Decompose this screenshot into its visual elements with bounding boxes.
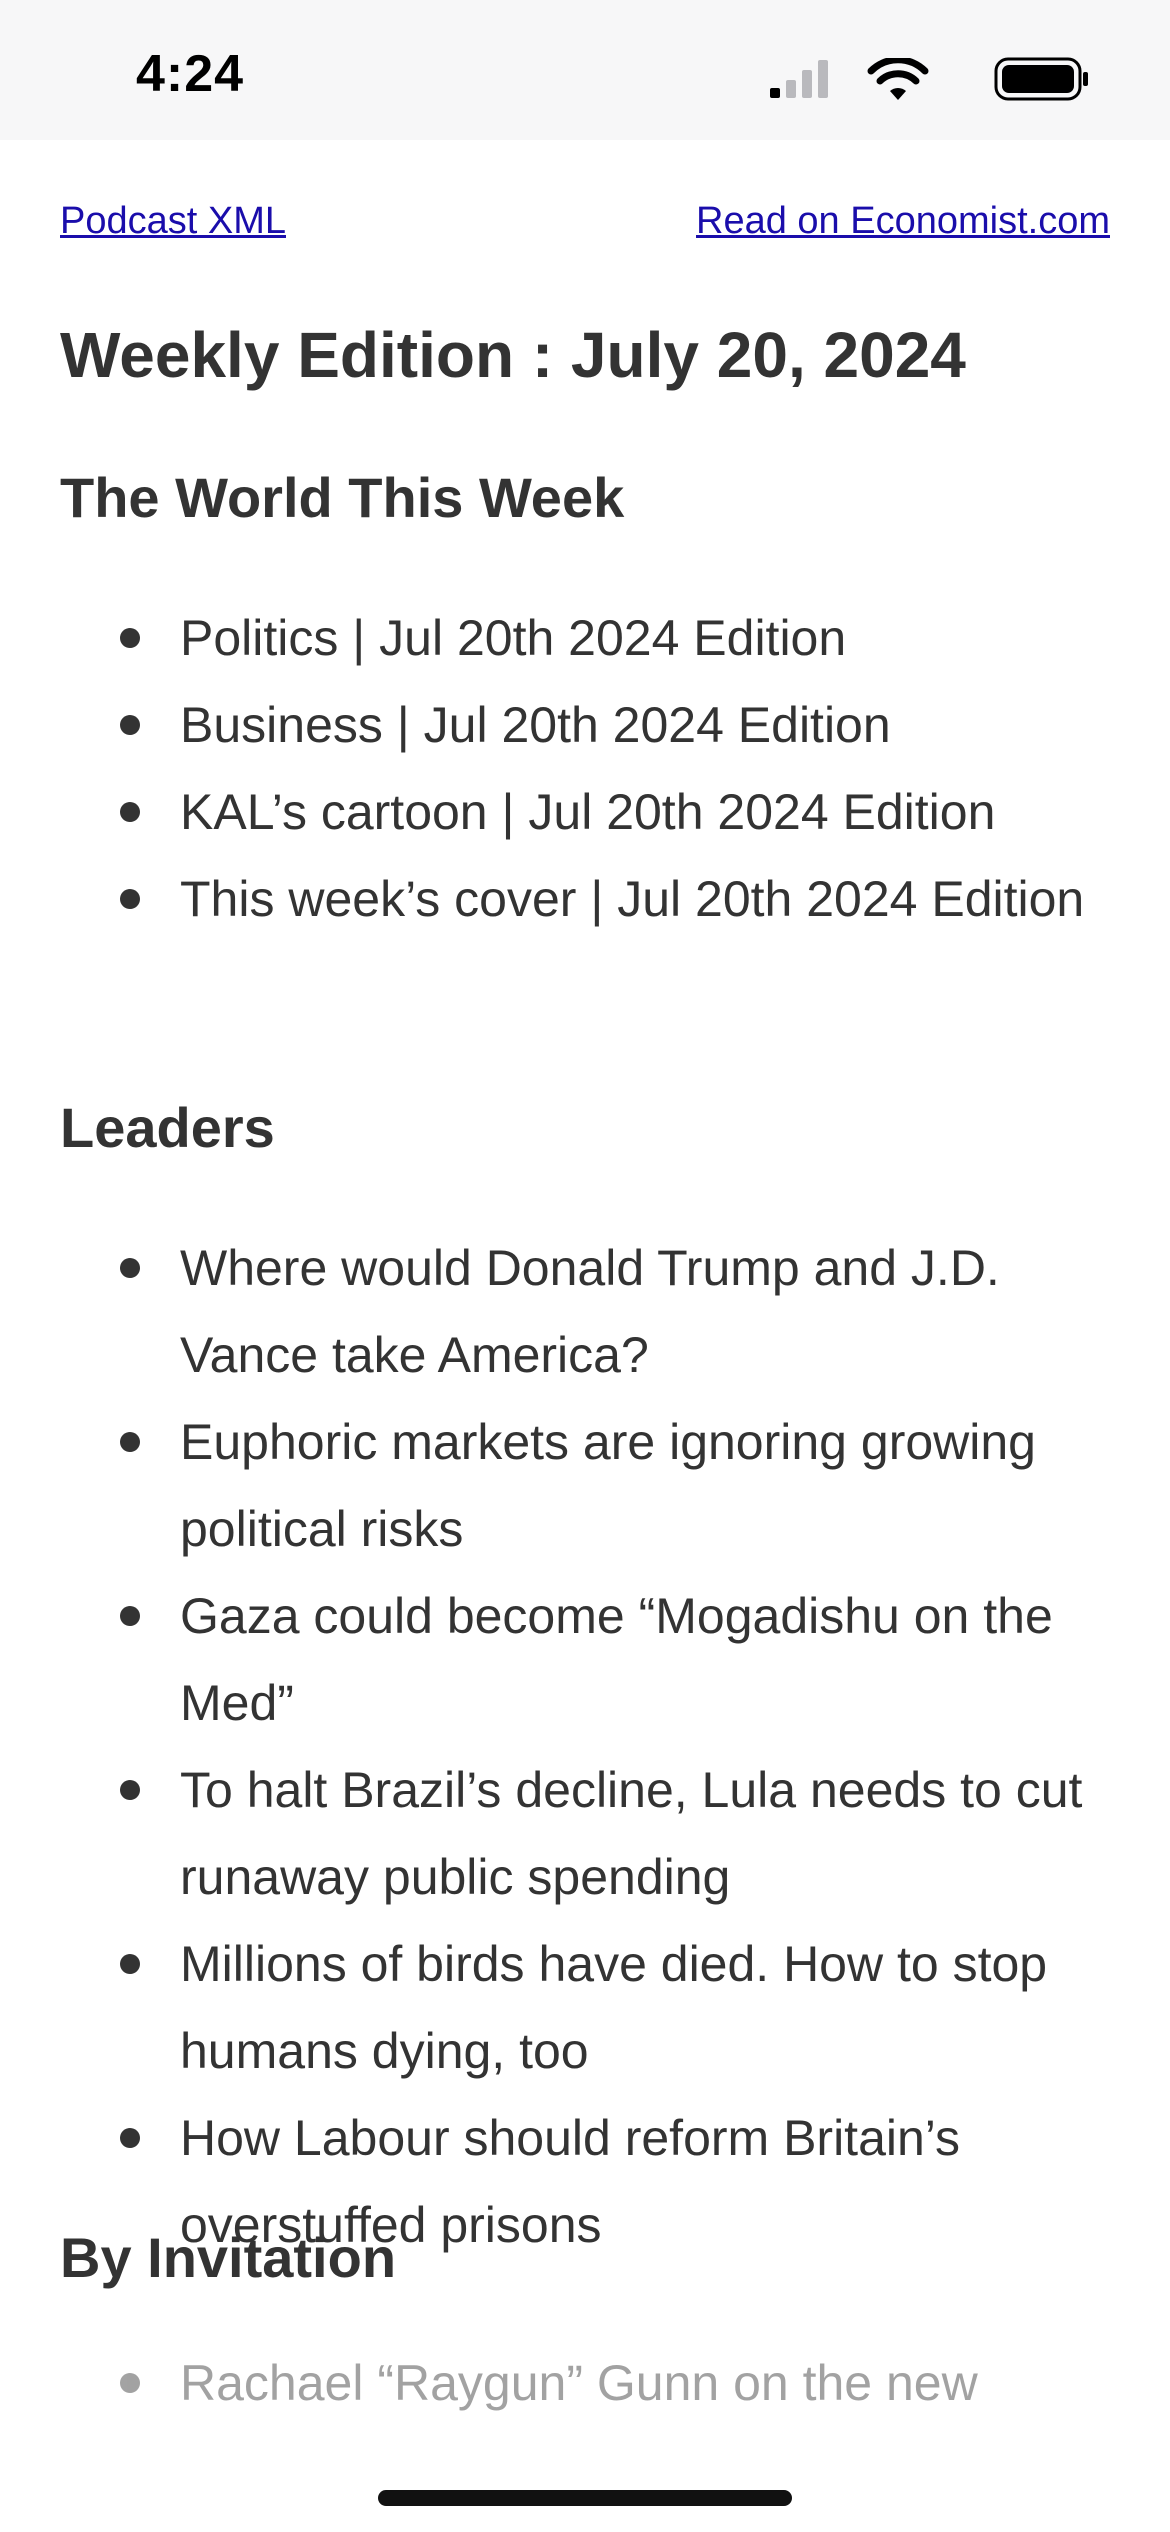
bullet <box>120 889 140 909</box>
list-item-label: Millions of birds have died. How to stop… <box>180 1936 1048 2079</box>
list-item[interactable]: This week’s cover | Jul 20th 2024 Editio… <box>0 856 1170 943</box>
list-item[interactable]: Rachael “Raygun” Gunn on the new <box>0 2340 1170 2427</box>
list-item-label: Euphoric markets are ignoring growing po… <box>180 1414 1036 1557</box>
bullet <box>120 2128 140 2148</box>
bullet <box>120 2373 140 2393</box>
edition-title: Weekly Edition : July 20, 2024 <box>60 319 966 391</box>
list-item-label: Business | Jul 20th 2024 Edition <box>180 697 891 753</box>
bullet <box>120 1258 140 1278</box>
list-item-label: To halt Brazil’s decline, Lula needs to … <box>180 1762 1083 1905</box>
section-heading-leaders: Leaders <box>60 1096 275 1159</box>
status-bar: 4:24 <box>0 0 1170 140</box>
section-heading-world: The World This Week <box>60 466 625 529</box>
list-item-label: Where would Donald Trump and J.D. Vance … <box>180 1240 1000 1383</box>
bullet <box>120 1954 140 1974</box>
list-item-label: Politics | Jul 20th 2024 Edition <box>180 610 847 666</box>
bullet <box>120 1606 140 1626</box>
home-indicator[interactable] <box>378 2490 792 2506</box>
list-item[interactable]: Euphoric markets are ignoring growing po… <box>0 1399 1170 1573</box>
world-list: Politics | Jul 20th 2024 Edition Busines… <box>0 595 1170 943</box>
bullet <box>120 1780 140 1800</box>
bullet <box>120 715 140 735</box>
list-item[interactable]: Politics | Jul 20th 2024 Edition <box>0 595 1170 682</box>
list-item[interactable]: Where would Donald Trump and J.D. Vance … <box>0 1225 1170 1399</box>
podcast-xml-link[interactable]: Podcast XML <box>60 200 286 243</box>
wifi-icon <box>867 58 929 100</box>
bullet <box>120 802 140 822</box>
list-item[interactable]: Millions of birds have died. How to stop… <box>0 1921 1170 2095</box>
signal-icon <box>770 60 828 98</box>
status-icons <box>750 54 1090 101</box>
battery-icon <box>994 57 1088 101</box>
page: 4:24 Podcast XML Read on Economist.com W… <box>0 0 1170 2532</box>
status-time: 4:24 <box>136 45 245 103</box>
leaders-list: Where would Donald Trump and J.D. Vance … <box>0 1225 1170 2269</box>
list-item[interactable]: KAL’s cartoon | Jul 20th 2024 Edition <box>0 769 1170 856</box>
list-item-label: This week’s cover | Jul 20th 2024 Editio… <box>180 871 1085 927</box>
list-item[interactable]: Business | Jul 20th 2024 Edition <box>0 682 1170 769</box>
list-item[interactable]: Gaza could become “Mogadishu on the Med” <box>0 1573 1170 1747</box>
list-item-label: Gaza could become “Mogadishu on the Med” <box>180 1588 1053 1731</box>
top-links: Podcast XML Read on Economist.com <box>60 200 1110 260</box>
list-item-label: KAL’s cartoon | Jul 20th 2024 Edition <box>180 784 996 840</box>
section-heading-by-invitation: By Invitation <box>60 2226 397 2289</box>
bullet <box>120 1432 140 1452</box>
read-on-economist-link[interactable]: Read on Economist.com <box>696 200 1110 243</box>
bullet <box>120 628 140 648</box>
list-item[interactable]: To halt Brazil’s decline, Lula needs to … <box>0 1747 1170 1921</box>
by-invitation-list: Rachael “Raygun” Gunn on the new <box>0 2340 1170 2427</box>
list-item-label: Rachael “Raygun” Gunn on the new <box>180 2355 978 2411</box>
